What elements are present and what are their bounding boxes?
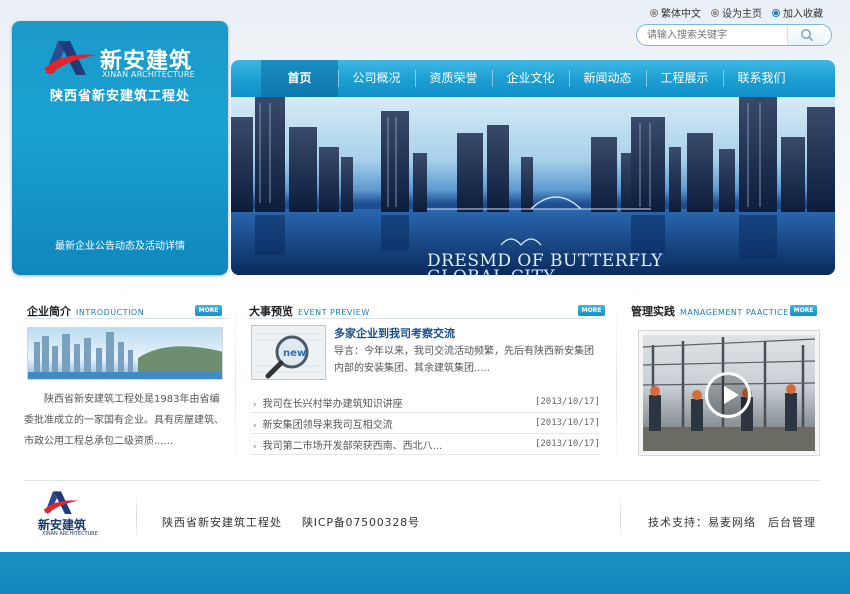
logo-name-en: XINAN ARCHITECTURE (102, 70, 195, 79)
list-item[interactable]: › 新安集团领导来我司互相交流 [2013/10/17] (251, 413, 600, 434)
nav-item-projects[interactable]: 工程展示 (646, 60, 723, 97)
list-item[interactable]: › 我司在长兴村举办建筑知识讲座 [2013/10/17] (251, 392, 600, 413)
divider (620, 495, 621, 541)
event-list: › 我司在长兴村举办建筑知识讲座 [2013/10/17] › 新安集团领导来我司互… (251, 392, 600, 455)
practice-title-cn: 管理实践 (631, 305, 675, 318)
nav-item-home[interactable]: 首页 (261, 60, 338, 97)
footer-logo-icon (43, 491, 79, 514)
footer-divider (24, 480, 820, 481)
chevron-right-icon: › (253, 441, 257, 452)
hero-banner: DRESMD OF BUTTERFLY GLOBAL CITY (231, 97, 835, 275)
search-box (636, 24, 832, 46)
search-icon (800, 29, 813, 42)
divider (24, 318, 228, 319)
logo-notice[interactable]: 最新企业公告动态及活动详情 (12, 237, 228, 252)
nav-item-culture[interactable]: 企业文化 (492, 60, 569, 97)
chevron-right-icon: › (253, 399, 257, 410)
footer-admin-link[interactable]: 后台管理 (768, 514, 816, 530)
event-item-date: [2013/10/17] (534, 439, 600, 449)
logo-org-name: 陕西省新安建筑工程处 (49, 89, 190, 104)
nav-item-contact[interactable]: 联系我们 (723, 60, 800, 97)
banner-caption-line2: GLOBAL CITY (427, 267, 555, 275)
play-icon[interactable] (705, 372, 751, 418)
intro-image[interactable] (27, 327, 223, 380)
top-links: 繁体中文 设为主页 加入收藏 (650, 5, 823, 20)
nav-item-overview[interactable]: 公司概况 (338, 60, 415, 97)
footer-tech-support[interactable]: 技术支持：易麦网络 (648, 514, 756, 530)
divider (235, 300, 236, 470)
practice-section-header: 管理实践 MANAGEMENT PAACTICE (631, 303, 789, 319)
nav-item-honors[interactable]: 资质荣誉 (415, 60, 492, 97)
event-item-title: 我司在长兴村举办建筑知识讲座 (262, 398, 403, 410)
logo-panel: 新安建筑 XINAN ARCHITECTURE 陕西省新安建筑工程处 最新企业公… (12, 21, 228, 275)
featured-event-summary: 导言：今年以来，我司交流活动频繁，先后有陕西新安集团内部的安装集团、其余建筑集团… (334, 346, 594, 374)
toplink-add-favorite[interactable]: 加入收藏 (772, 5, 823, 20)
nav-item-news[interactable]: 新闻动态 (569, 60, 646, 97)
featured-event-title[interactable]: 多家企业到我司考察交流 (334, 325, 455, 341)
news-magnifier-icon: new (252, 326, 325, 379)
event-item-title: 新安集团领导来我司互相交流 (262, 419, 393, 431)
toplink-set-homepage[interactable]: 设为主页 (711, 5, 762, 20)
toplink-label: 加入收藏 (783, 9, 823, 20)
radio-icon (650, 8, 658, 17)
main-nav: 首页 公司概况 资质荣誉 企业文化 新闻动态 工程展示 联系我们 (231, 60, 835, 97)
practice-title-en: MANAGEMENT PAACTICE (680, 308, 789, 317)
company-logo-icon (44, 41, 96, 75)
events-section-header: 大事预览 EVENT PREVIEW (249, 303, 370, 319)
footer-org-name: 陕西省新安建筑工程处 (162, 516, 282, 529)
list-item[interactable]: › 我司第二市场开发部荣获西南、西北八... [2013/10/17] (251, 434, 600, 455)
city-skyline-image (231, 97, 835, 275)
divider (247, 318, 602, 319)
event-item-title: 我司第二市场开发部荣获西南、西北八... (262, 440, 443, 452)
search-input[interactable] (637, 26, 787, 44)
event-item-date: [2013/10/17] (534, 418, 600, 428)
toplink-label: 繁体中文 (661, 9, 701, 20)
radio-icon (711, 8, 719, 17)
divider (136, 495, 137, 541)
intro-title-en: INTRODUCTION (76, 308, 145, 317)
radio-icon (772, 8, 780, 17)
search-button[interactable] (787, 25, 825, 45)
event-thumbnail[interactable]: new (251, 325, 326, 380)
chevron-right-icon: › (253, 420, 257, 431)
event-item-date: [2013/10/17] (534, 397, 600, 407)
practice-video-frame (638, 330, 820, 456)
footer-logo-name-en: XINAN ARCHITECTURE (42, 531, 98, 537)
events-more-button[interactable]: MORE (578, 305, 605, 316)
footer-icp-number[interactable]: 陕ICP备07500328号 (302, 514, 420, 530)
city-skyline-image (28, 332, 222, 379)
toplink-label: 设为主页 (722, 9, 762, 20)
intro-more-button[interactable]: MORE (195, 305, 222, 316)
events-title-cn: 大事预览 (249, 305, 293, 318)
intro-title-cn: 企业简介 (27, 305, 71, 318)
practice-more-button[interactable]: MORE (790, 305, 817, 316)
bottom-bar (0, 552, 850, 594)
intro-section-header: 企业简介 INTRODUCTION (27, 303, 144, 319)
thumb-label: new (283, 348, 306, 359)
divider (616, 300, 617, 470)
toplink-traditional-chinese[interactable]: 繁体中文 (650, 5, 701, 20)
events-title-en: EVENT PREVIEW (298, 308, 370, 317)
practice-video-thumbnail[interactable] (643, 335, 815, 451)
intro-text: 陕西省新安建筑工程处是1983年由省编委批准成立的一家国有企业。具有房屋建筑、市… (24, 394, 224, 447)
